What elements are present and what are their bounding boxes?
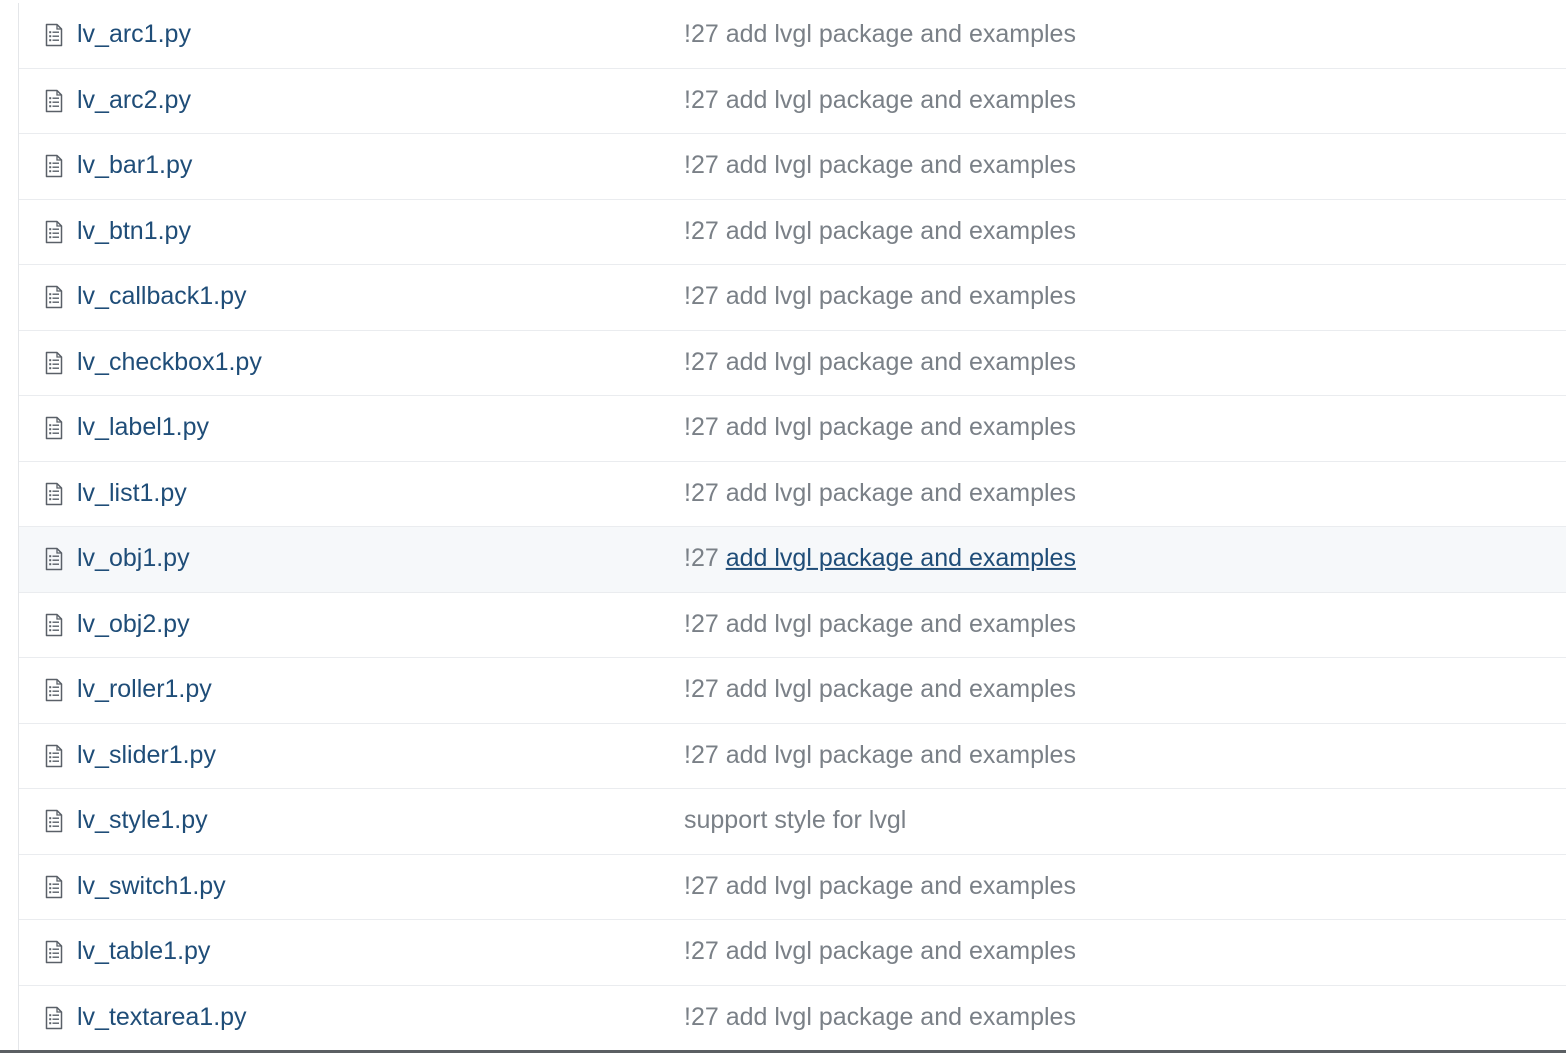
file-name-link[interactable]: lv_callback1.py	[77, 282, 247, 311]
commit-message-link[interactable]: add lvgl package and examples	[726, 348, 1076, 376]
file-name-link[interactable]: lv_slider1.py	[77, 741, 216, 770]
commit-message-link[interactable]: add lvgl package and examples	[726, 20, 1076, 48]
file-row[interactable]: lv_textarea1.py !27 add lvgl package and …	[19, 986, 1566, 1051]
file-text-icon	[44, 154, 64, 178]
commit-message: !27 add lvgl package and examples	[684, 544, 1076, 573]
commit-message: !27 add lvgl package and examples	[684, 86, 1076, 115]
file-row[interactable]: lv_bar1.py !27 add lvgl package and examp…	[19, 134, 1566, 200]
file-row[interactable]: lv_switch1.py !27 add lvgl package and ex…	[19, 855, 1566, 920]
file-text-icon	[44, 809, 64, 833]
merge-request-ref[interactable]: !27	[684, 151, 719, 179]
file-text-icon	[44, 744, 64, 768]
file-name-link[interactable]: lv_label1.py	[77, 413, 209, 442]
merge-request-ref[interactable]: !27	[684, 675, 719, 703]
commit-message: !27 add lvgl package and examples	[684, 1003, 1076, 1032]
commit-message: !27 add lvgl package and examples	[684, 741, 1076, 770]
file-name-link[interactable]: lv_arc2.py	[77, 86, 191, 115]
commit-message-link[interactable]: add lvgl package and examples	[726, 872, 1076, 900]
merge-request-ref[interactable]: !27	[684, 86, 719, 114]
commit-message-link[interactable]: add lvgl package and examples	[726, 479, 1076, 507]
merge-request-ref[interactable]: !27	[684, 217, 719, 245]
file-name-link[interactable]: lv_textarea1.py	[77, 1003, 247, 1032]
file-row[interactable]: lv_btn1.py !27 add lvgl package and examp…	[19, 200, 1566, 265]
commit-message: !27 add lvgl package and examples	[684, 217, 1076, 246]
commit-message: !27 add lvgl package and examples	[684, 348, 1076, 377]
file-name-link[interactable]: lv_btn1.py	[77, 217, 191, 246]
file-name-link[interactable]: lv_switch1.py	[77, 872, 226, 901]
commit-message: !27 add lvgl package and examples	[684, 479, 1076, 508]
file-text-icon	[44, 89, 64, 113]
commit-message: !27 add lvgl package and examples	[684, 872, 1076, 901]
file-row[interactable]: lv_slider1.py !27 add lvgl package and ex…	[19, 724, 1566, 789]
file-text-icon	[44, 547, 64, 571]
file-row[interactable]: lv_table1.py !27 add lvgl package and exa…	[19, 920, 1566, 986]
file-row[interactable]: lv_checkbox1.py !27 add lvgl package and …	[19, 331, 1566, 396]
merge-request-ref[interactable]: !27	[684, 479, 719, 507]
merge-request-ref[interactable]: !27	[684, 610, 719, 638]
file-text-icon	[44, 23, 64, 47]
file-name-link[interactable]: lv_arc1.py	[77, 20, 191, 49]
file-name-link[interactable]: lv_bar1.py	[77, 151, 192, 180]
commit-message: !27 add lvgl package and examples	[684, 610, 1076, 639]
merge-request-ref[interactable]: !27	[684, 872, 719, 900]
file-row[interactable]: lv_callback1.py !27 add lvgl package and …	[19, 265, 1566, 331]
commit-message-link[interactable]: add lvgl package and examples	[726, 217, 1076, 245]
file-text-icon	[44, 285, 64, 309]
file-text-icon	[44, 678, 64, 702]
commit-message-link[interactable]: support style for lvgl	[684, 806, 906, 834]
commit-message-link[interactable]: add lvgl package and examples	[726, 675, 1076, 703]
commit-message: !27 add lvgl package and examples	[684, 937, 1076, 966]
file-name-link[interactable]: lv_style1.py	[77, 806, 208, 835]
merge-request-ref[interactable]: !27	[684, 348, 719, 376]
merge-request-ref[interactable]: !27	[684, 413, 719, 441]
merge-request-ref[interactable]: !27	[684, 1003, 719, 1031]
commit-message: !27 add lvgl package and examples	[684, 675, 1076, 704]
commit-message-link[interactable]: add lvgl package and examples	[726, 544, 1076, 572]
file-name-link[interactable]: lv_roller1.py	[77, 675, 212, 704]
commit-message-link[interactable]: add lvgl package and examples	[726, 610, 1076, 638]
commit-message: support style for lvgl	[684, 806, 906, 835]
file-row[interactable]: lv_arc1.py !27 add lvgl package and examp…	[19, 3, 1566, 69]
file-name-link[interactable]: lv_obj2.py	[77, 610, 190, 639]
file-row[interactable]: lv_obj1.py !27 add lvgl package and examp…	[19, 527, 1566, 593]
file-row[interactable]: lv_arc2.py !27 add lvgl package and examp…	[19, 69, 1566, 134]
commit-message-link[interactable]: add lvgl package and examples	[726, 937, 1076, 965]
merge-request-ref[interactable]: !27	[684, 741, 719, 769]
commit-message-link[interactable]: add lvgl package and examples	[726, 741, 1076, 769]
file-name-link[interactable]: lv_table1.py	[77, 937, 210, 966]
merge-request-ref[interactable]: !27	[684, 937, 719, 965]
file-text-icon	[44, 875, 64, 899]
commit-message-link[interactable]: add lvgl package and examples	[726, 282, 1076, 310]
commit-message-link[interactable]: add lvgl package and examples	[726, 86, 1076, 114]
file-text-icon	[44, 1006, 64, 1030]
file-row[interactable]: lv_style1.py support style for lvgl	[19, 789, 1566, 855]
commit-message: !27 add lvgl package and examples	[684, 151, 1076, 180]
commit-message: !27 add lvgl package and examples	[684, 20, 1076, 49]
merge-request-ref[interactable]: !27	[684, 544, 719, 572]
merge-request-ref[interactable]: !27	[684, 20, 719, 48]
file-row[interactable]: lv_roller1.py !27 add lvgl package and ex…	[19, 658, 1566, 724]
file-text-icon	[44, 416, 64, 440]
file-text-icon	[44, 613, 64, 637]
file-row[interactable]: lv_obj2.py !27 add lvgl package and examp…	[19, 593, 1566, 658]
file-text-icon	[44, 940, 64, 964]
commit-message: !27 add lvgl package and examples	[684, 282, 1076, 311]
file-row[interactable]: lv_list1.py !27 add lvgl package and exam…	[19, 462, 1566, 527]
file-row[interactable]: lv_label1.py !27 add lvgl package and exa…	[19, 396, 1566, 462]
merge-request-ref[interactable]: !27	[684, 282, 719, 310]
file-list: lv_arc1.py !27 add lvgl package and examp…	[18, 3, 1566, 1053]
commit-message-link[interactable]: add lvgl package and examples	[726, 1003, 1076, 1031]
file-text-icon	[44, 482, 64, 506]
file-text-icon	[44, 351, 64, 375]
file-name-link[interactable]: lv_obj1.py	[77, 544, 190, 573]
commit-message: !27 add lvgl package and examples	[684, 413, 1076, 442]
file-name-link[interactable]: lv_checkbox1.py	[77, 348, 262, 377]
commit-message-link[interactable]: add lvgl package and examples	[726, 151, 1076, 179]
commit-message-link[interactable]: add lvgl package and examples	[726, 413, 1076, 441]
file-text-icon	[44, 220, 64, 244]
file-name-link[interactable]: lv_list1.py	[77, 479, 187, 508]
